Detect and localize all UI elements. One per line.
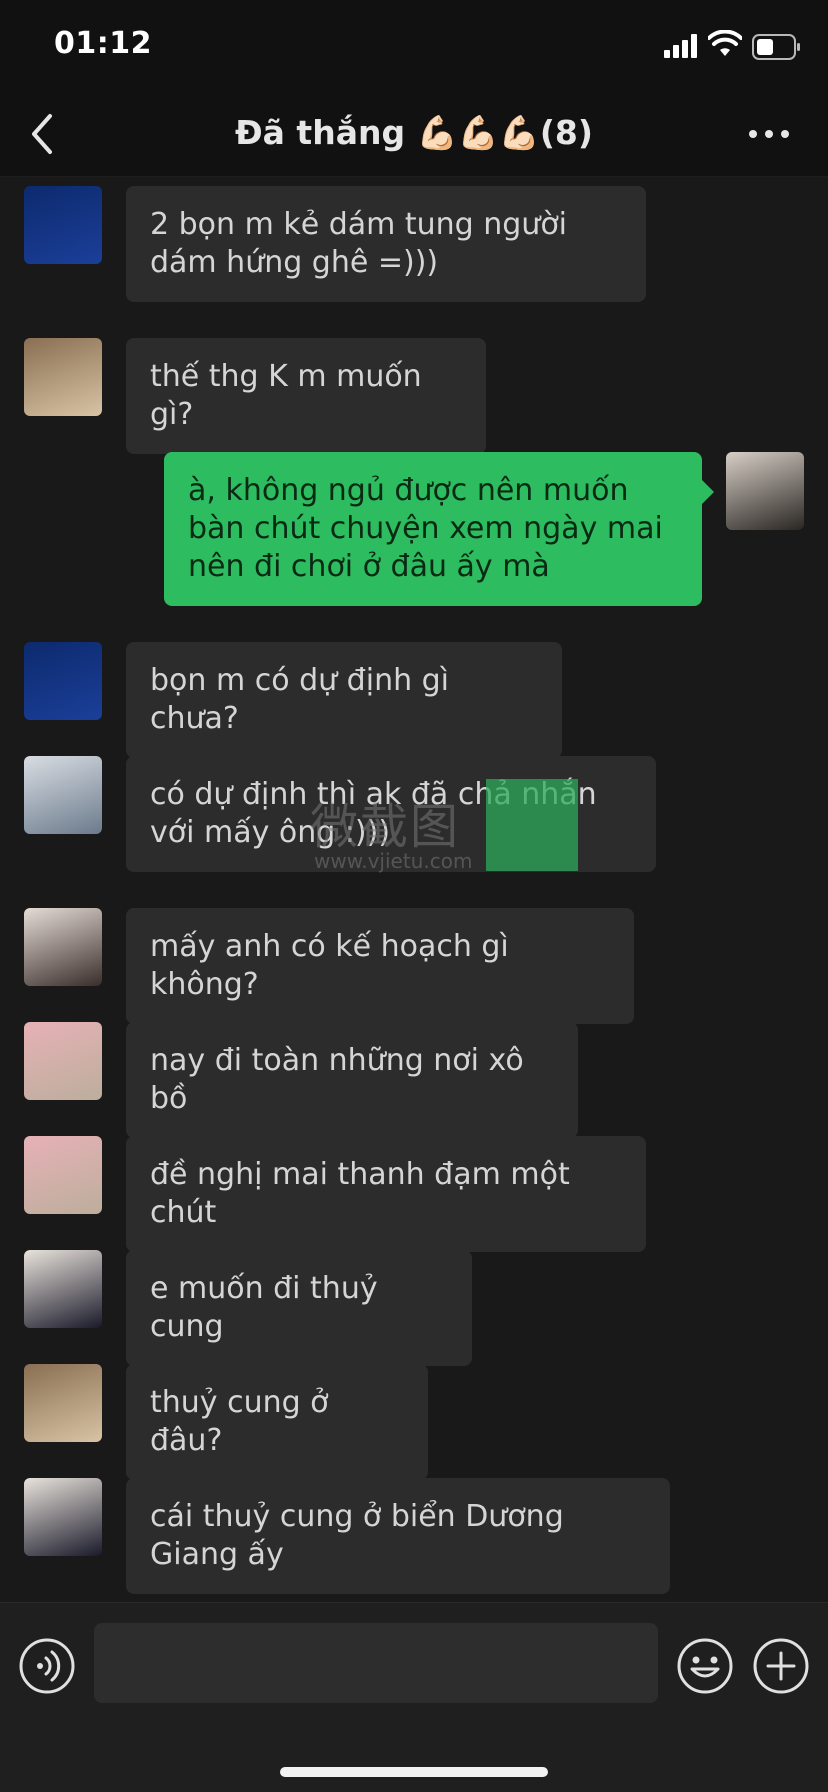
avatar[interactable]	[24, 642, 102, 720]
emoji-icon[interactable]	[676, 1637, 734, 1695]
more-options-button[interactable]	[744, 114, 794, 154]
avatar[interactable]	[24, 908, 102, 986]
message-text: cái thuỷ cung ở biển Dương Giang ấy	[150, 1499, 564, 1572]
message-text: đề nghị mai thanh đạm một chút	[150, 1157, 570, 1230]
message-text: bọn m có dự định gì chưa?	[150, 663, 450, 736]
cellular-signal-icon	[664, 34, 697, 58]
message-input-bar	[0, 1602, 828, 1792]
message-text: à, không ngủ được nên muốn bàn chút chuy…	[188, 473, 663, 584]
avatar[interactable]	[24, 1250, 102, 1328]
message-bubble[interactable]: thế thg K m muốn gì?	[126, 338, 486, 454]
message-text: 2 bọn m kẻ dám tung người dám hứng ghê =…	[150, 207, 568, 280]
voice-icon[interactable]	[18, 1637, 76, 1695]
message-text: e muốn đi thuỷ cung	[150, 1271, 378, 1344]
message-input[interactable]	[94, 1623, 658, 1703]
message-text: thế thg K m muốn gì?	[150, 359, 422, 432]
message-bubble[interactable]: có dự định thì ak đã chả nhắn với mấy ôn…	[126, 756, 656, 872]
my-message-bubble[interactable]: à, không ngủ được nên muốn bàn chút chuy…	[164, 452, 714, 606]
message-bubble[interactable]: mấy anh có kế hoạch gì không?	[126, 908, 634, 1024]
chat-title: Đã thắng 💪🏻💪🏻💪🏻(8)	[235, 113, 593, 152]
my-avatar[interactable]	[726, 452, 804, 530]
message-text: thuỷ cung ở đâu?	[150, 1385, 329, 1458]
avatar[interactable]	[24, 1364, 102, 1442]
message-bubble[interactable]: bọn m có dự định gì chưa?	[126, 642, 562, 758]
status-time: 01:12	[54, 26, 152, 61]
home-indicator[interactable]	[280, 1767, 548, 1777]
chat-header: Đã thắng 💪🏻💪🏻💪🏻(8)	[0, 92, 828, 177]
message-bubble[interactable]: e muốn đi thuỷ cung	[126, 1250, 472, 1366]
message-list[interactable]: 2 bọn m kẻ dám tung người dám hứng ghê =…	[0, 177, 828, 1602]
status-bar: 01:12	[0, 0, 828, 92]
message-bubble[interactable]: 2 bọn m kẻ dám tung người dám hứng ghê =…	[126, 186, 646, 302]
message-bubble[interactable]: nay đi toàn những nơi xô bồ	[126, 1022, 578, 1138]
battery-icon	[752, 34, 800, 60]
avatar[interactable]	[24, 1022, 102, 1100]
message-text: có dự định thì ak đã chả nhắn với mấy ôn…	[150, 777, 597, 850]
plus-icon[interactable]	[752, 1637, 810, 1695]
avatar[interactable]	[24, 186, 102, 264]
avatar[interactable]	[24, 1478, 102, 1556]
wifi-icon	[708, 30, 742, 56]
message-bubble[interactable]: thuỷ cung ở đâu?	[126, 1364, 428, 1480]
message-text: mấy anh có kế hoạch gì không?	[150, 929, 509, 1002]
avatar[interactable]	[24, 338, 102, 416]
message-bubble[interactable]: đề nghị mai thanh đạm một chút	[126, 1136, 646, 1252]
chat-screen: 01:12 Đã thắng 💪🏻💪🏻💪🏻(8) 2 bọn m kẻ dám …	[0, 0, 828, 1792]
message-text: nay đi toàn những nơi xô bồ	[150, 1043, 524, 1116]
avatar[interactable]	[24, 1136, 102, 1214]
avatar[interactable]	[24, 756, 102, 834]
message-bubble[interactable]: cái thuỷ cung ở biển Dương Giang ấy	[126, 1478, 670, 1594]
